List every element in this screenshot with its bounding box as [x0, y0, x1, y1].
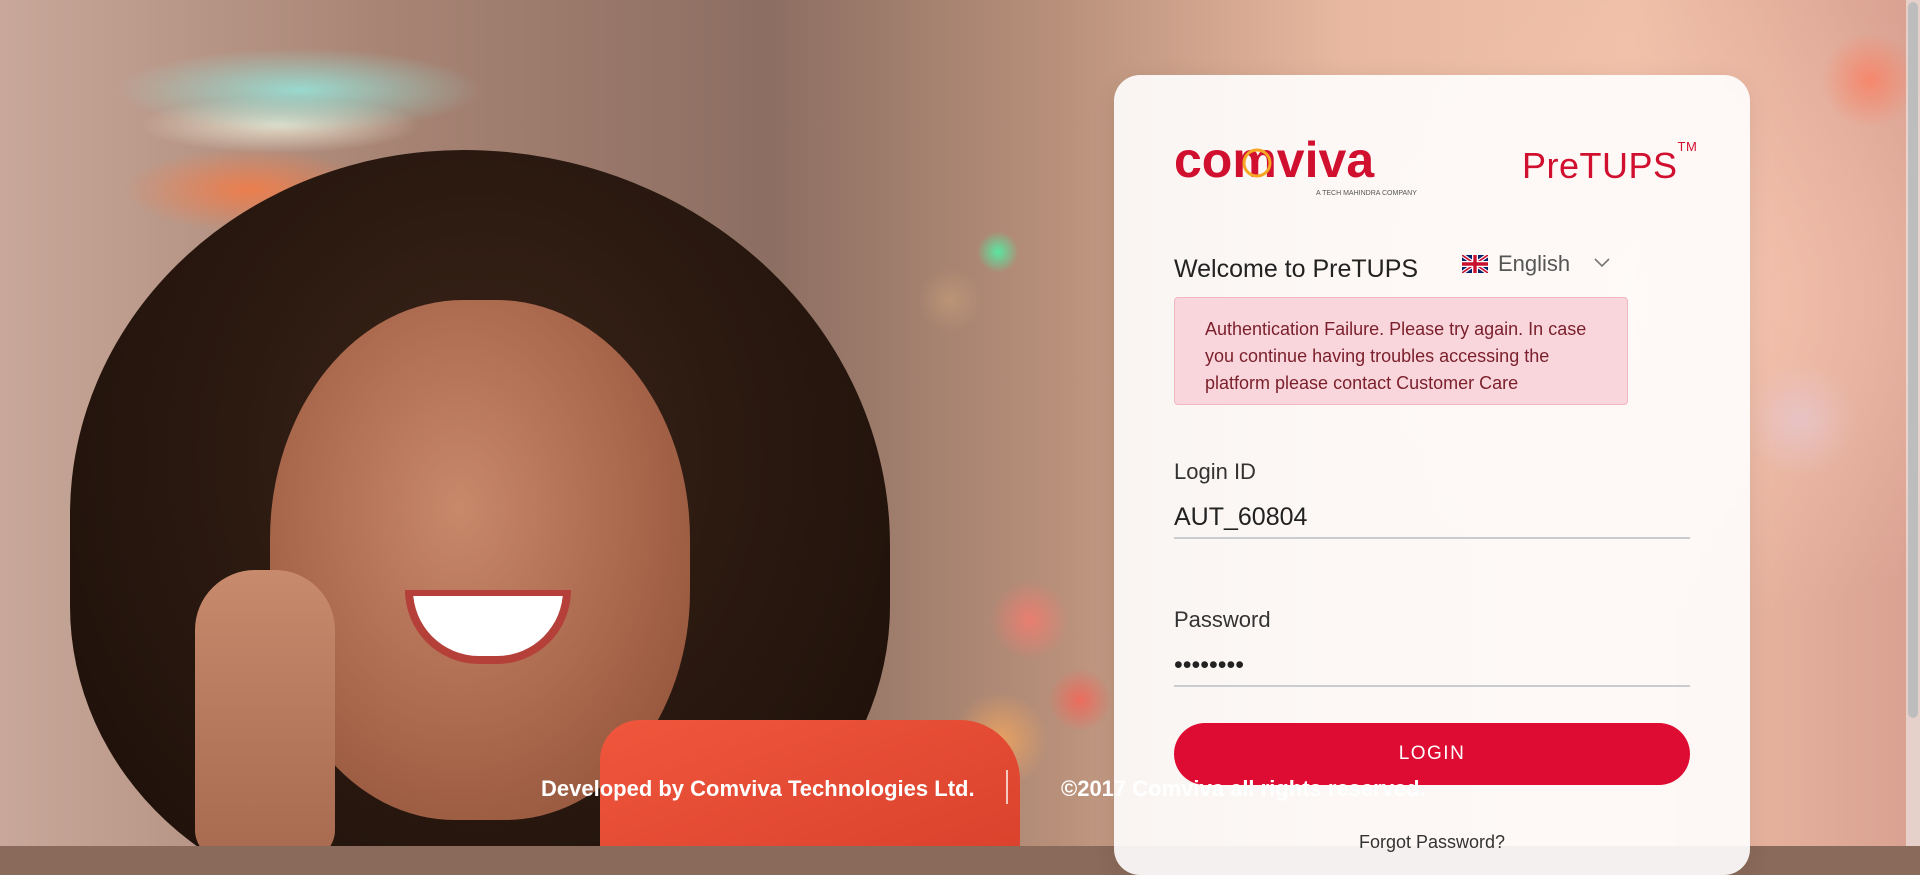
background-person-hand	[195, 570, 335, 846]
page-scrollbar[interactable]	[1906, 0, 1920, 846]
password-label: Password	[1174, 607, 1271, 632]
footer-developed-by: Developed by Comviva Technologies Ltd.	[541, 776, 975, 801]
welcome-heading: Welcome to PreTUPS	[1174, 255, 1419, 283]
svg-text:A TECH MAHINDRA COMPANY: A TECH MAHINDRA COMPANY	[1316, 190, 1417, 197]
language-label: English	[1498, 251, 1571, 276]
login-card: comviva A TECH MAHINDRA COMPANY PreTUPST…	[1114, 75, 1750, 875]
password-input[interactable]	[1174, 645, 1690, 687]
language-selector[interactable]: English	[1462, 249, 1610, 279]
login-id-input[interactable]	[1174, 497, 1690, 539]
pretups-logo-text: PreTUPS	[1522, 145, 1678, 186]
svg-text:comviva: comviva	[1174, 133, 1375, 188]
pretups-trademark: TM	[1677, 139, 1698, 154]
footer-divider	[1006, 770, 1008, 804]
forgot-password-link[interactable]: Forgot Password?	[1114, 832, 1750, 853]
comviva-logo: comviva A TECH MAHINDRA COMPANY	[1174, 133, 1434, 203]
footer-copyright: ©2017 Comviva all rights reserved.	[1061, 776, 1426, 801]
login-id-label: Login ID	[1174, 459, 1256, 484]
auth-failure-alert: Authentication Failure. Please try again…	[1174, 297, 1628, 405]
uk-flag-icon	[1462, 255, 1488, 273]
scrollbar-thumb[interactable]	[1908, 2, 1918, 718]
pretups-logo: PreTUPSTM	[1522, 139, 1697, 187]
chevron-down-icon	[1594, 255, 1610, 273]
